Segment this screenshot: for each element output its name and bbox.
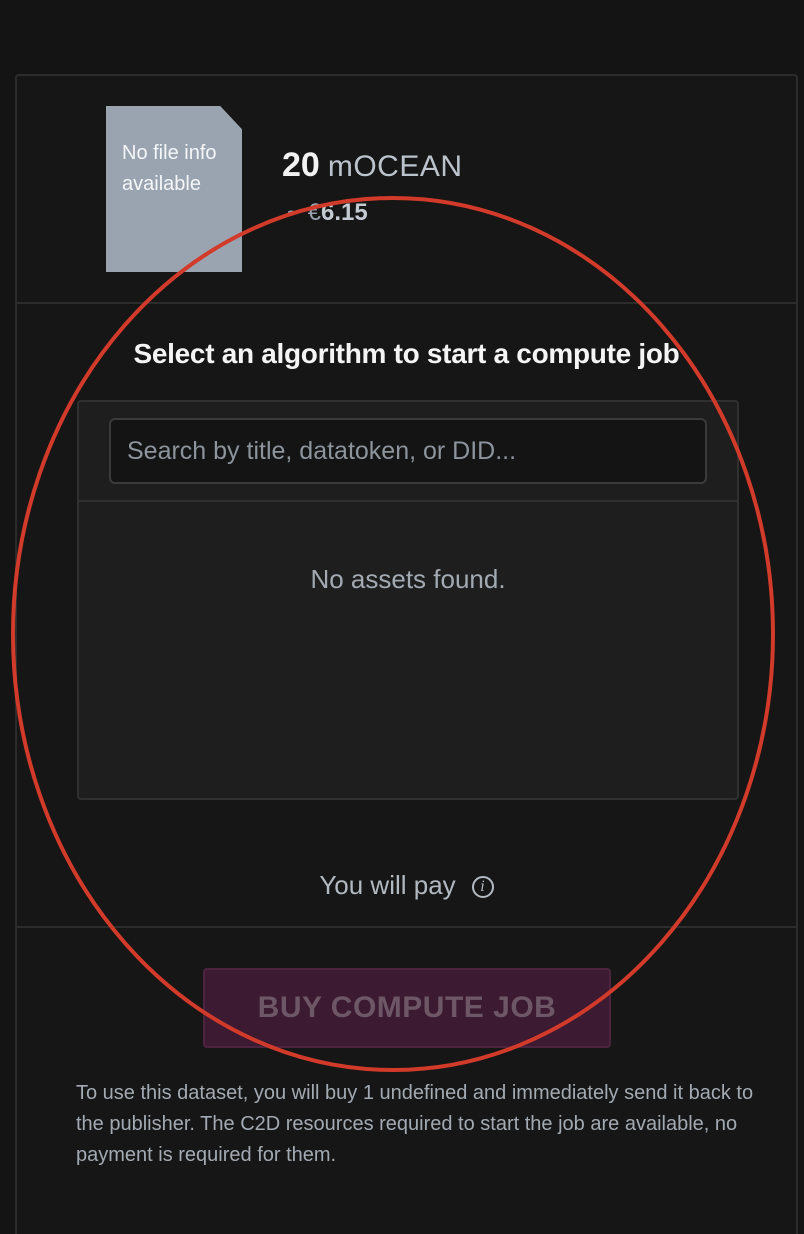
file-info-text: No file info available bbox=[122, 142, 217, 195]
asset-header: No file info available 20 mOCEAN ~ €6.15 bbox=[17, 76, 796, 304]
pay-row: You will pay i bbox=[17, 870, 796, 901]
pay-label: You will pay bbox=[319, 870, 456, 900]
search-bar bbox=[79, 402, 737, 502]
buy-compute-job-button[interactable]: BUY COMPUTE JOB bbox=[203, 968, 611, 1048]
section-title: Select an algorithm to start a compute j… bbox=[133, 338, 680, 369]
compute-panel: No file info available 20 mOCEAN ~ €6.15 … bbox=[15, 74, 798, 1234]
price-conversion-prefix: ~ € bbox=[287, 199, 322, 226]
search-input[interactable] bbox=[109, 418, 707, 484]
divider bbox=[17, 926, 796, 928]
algorithm-list: No assets found. bbox=[77, 400, 739, 800]
price-conversion: ~ €6.15 bbox=[287, 199, 368, 227]
price-amount: 20 bbox=[282, 146, 320, 184]
info-icon[interactable]: i bbox=[471, 876, 494, 899]
price-conversion-value: 6.15 bbox=[321, 199, 368, 226]
file-icon: No file info available bbox=[106, 106, 242, 272]
disclaimer-text: To use this dataset, you will buy 1 unde… bbox=[76, 1082, 754, 1166]
empty-message: No assets found. bbox=[310, 564, 506, 594]
price: 20 mOCEAN bbox=[282, 146, 463, 185]
price-symbol: mOCEAN bbox=[327, 150, 463, 183]
